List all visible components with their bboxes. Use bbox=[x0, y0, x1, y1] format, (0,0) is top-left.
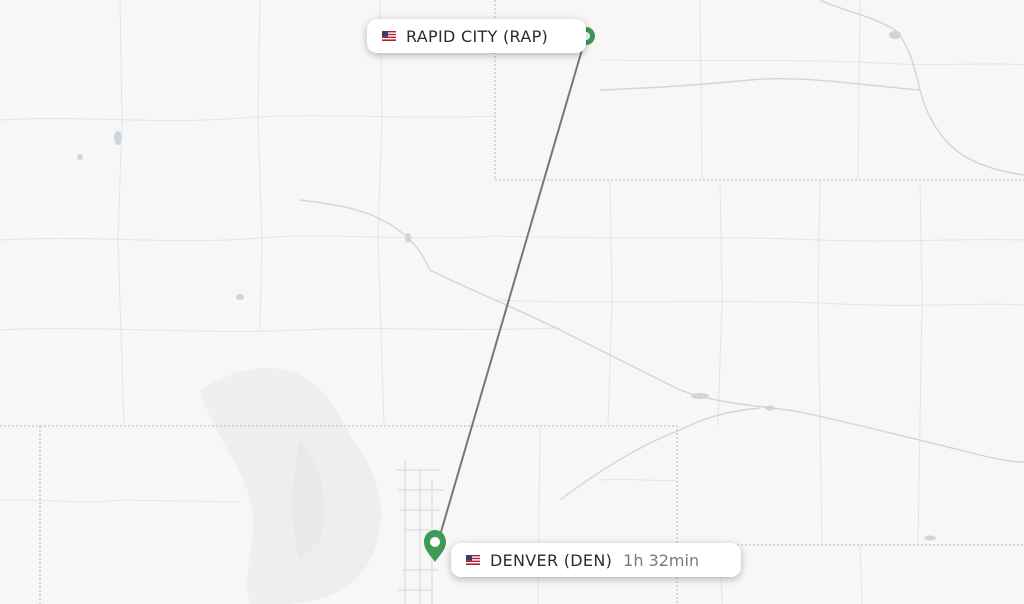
us-flag-icon bbox=[466, 555, 480, 565]
destination-airport-name: DENVER (DEN) bbox=[490, 550, 613, 570]
origin-airport-name: RAPID CITY (RAP) bbox=[406, 26, 549, 46]
us-flag-icon bbox=[382, 31, 396, 41]
origin-airport-label[interactable]: RAPID CITY (RAP) bbox=[367, 19, 586, 53]
destination-airport-label[interactable]: DENVER (DEN) 1h 32min bbox=[451, 543, 741, 577]
flight-duration: 1h 32min bbox=[623, 550, 700, 570]
route-map[interactable] bbox=[0, 0, 1024, 604]
